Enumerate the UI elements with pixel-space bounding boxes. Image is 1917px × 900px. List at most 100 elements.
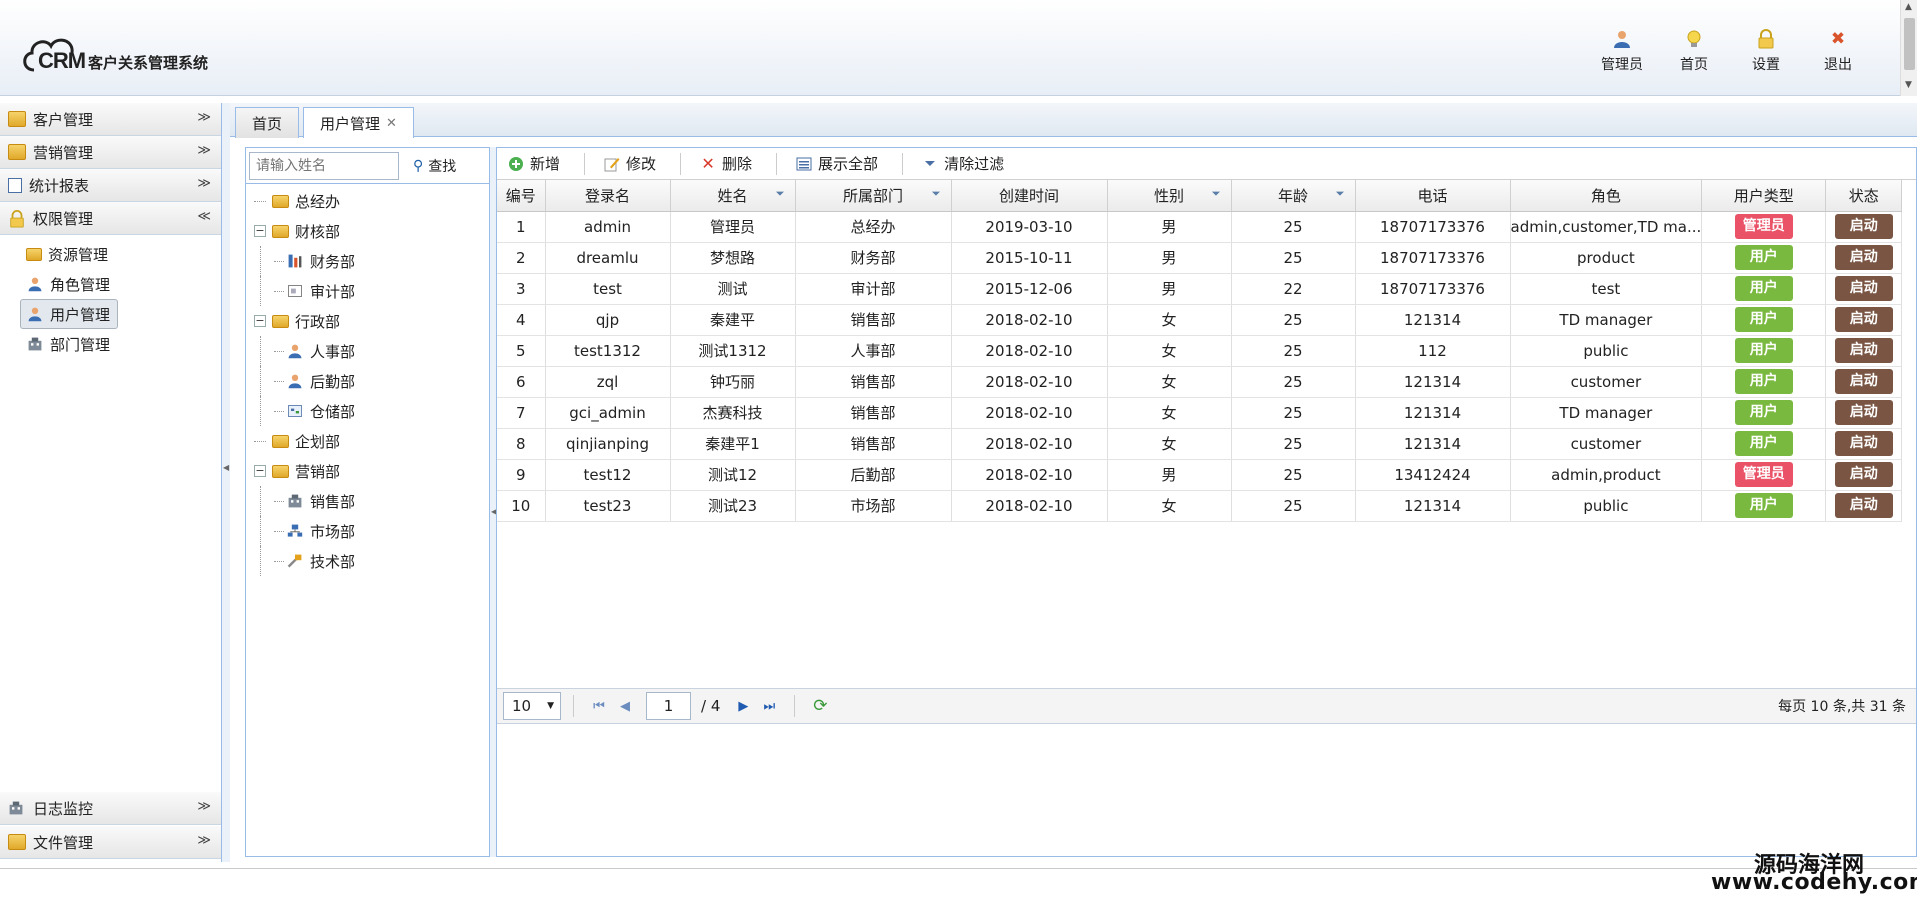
collapse-toggle-icon[interactable]: −: [254, 315, 266, 327]
column-header-label: 状态: [1848, 186, 1879, 205]
user-type-badge: 用户: [1734, 369, 1793, 394]
last-page-icon[interactable]: ⏭: [756, 699, 782, 714]
show-all-button[interactable]: 展示全部: [795, 153, 890, 174]
column-header[interactable]: 状态: [1825, 180, 1903, 212]
tree-node[interactable]: − 财核部: [246, 216, 489, 246]
building-icon: [8, 800, 26, 816]
sidebar-item-roles[interactable]: 角色管理: [0, 269, 221, 299]
clear-filter-button[interactable]: ⏷ 清除过滤: [921, 153, 1016, 174]
name-search-input[interactable]: [249, 151, 399, 180]
status-toggle-button[interactable]: 启动: [1834, 369, 1893, 394]
sidebar-section-marketing[interactable]: 营销管理 ≫: [0, 136, 221, 169]
column-header[interactable]: 电话: [1355, 180, 1511, 212]
tree-node[interactable]: 后勤部: [246, 366, 489, 396]
search-button[interactable]: ⚲ 查找: [413, 156, 456, 176]
table-row[interactable]: 5 test1312 测试1312 人事部 2018-02-10 女 25 112 public…: [497, 335, 1903, 367]
filter-icon[interactable]: ⏷: [1212, 187, 1221, 201]
table-cell: 测试: [670, 273, 796, 305]
scroll-down-icon[interactable]: ▼: [1905, 80, 1912, 90]
filter-icon[interactable]: ⏷: [932, 187, 941, 201]
window-scrollbar[interactable]: ▲ ▼: [1900, 0, 1917, 96]
status-toggle-button[interactable]: 启动: [1834, 245, 1893, 270]
tree-node[interactable]: − 行政部: [246, 306, 489, 336]
table-cell: 2018-02-10: [951, 490, 1108, 522]
tree-node[interactable]: 人事部: [246, 336, 489, 366]
collapse-toggle-icon[interactable]: −: [254, 225, 266, 237]
sidebar-item-resources[interactable]: 资源管理: [0, 239, 221, 269]
tab-user-management[interactable]: 用户管理 ✕: [303, 107, 414, 138]
status-toggle-button[interactable]: 启动: [1834, 493, 1893, 518]
page-number-input[interactable]: 1: [646, 692, 691, 720]
column-header[interactable]: 姓名 ⏷: [670, 180, 796, 212]
tree-node[interactable]: 仓储部: [246, 396, 489, 426]
edit-button[interactable]: 修改: [603, 153, 668, 174]
next-page-icon[interactable]: ▶: [730, 699, 756, 714]
tree-node[interactable]: 销售部: [246, 486, 489, 516]
settings-button[interactable]: 设置: [1744, 28, 1788, 74]
table-row[interactable]: 9 test12 测试12 后勤部 2018-02-10 男 25 13412424 admin…: [497, 459, 1903, 491]
sidebar-section-permissions[interactable]: 权限管理 ≪: [0, 202, 221, 235]
sidebar-item-departments[interactable]: 部门管理: [0, 329, 221, 359]
lightbulb-icon: [1683, 28, 1705, 50]
table-cell: 女: [1107, 366, 1232, 398]
column-header[interactable]: 所属部门 ⏷: [795, 180, 952, 212]
tree-node[interactable]: 总经办: [246, 186, 489, 216]
status-toggle-button[interactable]: 启动: [1834, 462, 1893, 487]
table-cell: 启动: [1825, 459, 1903, 491]
add-button[interactable]: 新增: [507, 153, 572, 174]
first-page-icon[interactable]: ⏮: [586, 699, 612, 714]
admin-button[interactable]: 管理员: [1600, 28, 1644, 74]
sidebar-section-reports[interactable]: 统计报表 ≫: [0, 169, 221, 202]
delete-button[interactable]: ✕ 删除: [699, 153, 764, 174]
status-toggle-button[interactable]: 启动: [1834, 400, 1893, 425]
tab-home[interactable]: 首页: [235, 107, 300, 138]
table-row[interactable]: 4 qjp 秦建平 销售部 2018-02-10 女 25 121314 TD manager 用…: [497, 304, 1903, 336]
sidebar-section-customer[interactable]: 客户管理 ≫: [0, 103, 221, 136]
home-button[interactable]: 首页: [1672, 28, 1716, 74]
status-toggle-button[interactable]: 启动: [1834, 276, 1893, 301]
tree-node[interactable]: 企划部: [246, 426, 489, 456]
prev-page-icon[interactable]: ◀: [612, 699, 638, 714]
status-toggle-button[interactable]: 启动: [1834, 338, 1893, 363]
tree-node[interactable]: 财务部: [246, 246, 489, 276]
table-row[interactable]: 1 admin 管理员 总经办 2019-03-10 男 25 18707173376 admi…: [497, 211, 1903, 243]
column-header[interactable]: 登录名: [545, 180, 671, 212]
scroll-up-icon[interactable]: ▲: [1905, 2, 1912, 12]
column-header[interactable]: 用户类型: [1701, 180, 1827, 212]
tree-node-label: 企划部: [295, 432, 341, 451]
table-cell: 2018-02-10: [951, 366, 1108, 398]
column-header[interactable]: 创建时间: [951, 180, 1108, 212]
table-row[interactable]: 8 qinjianping 秦建平1 销售部 2018-02-10 女 25 121314 cu…: [497, 428, 1903, 460]
tree-node[interactable]: 审计部: [246, 276, 489, 306]
tree-node[interactable]: − 营销部: [246, 456, 489, 486]
logout-button[interactable]: ✖ 退出: [1816, 28, 1860, 74]
table-row[interactable]: 2 dreamlu 梦想路 财务部 2015-10-11 男 25 18707173376 pr…: [497, 242, 1903, 274]
tree-connector: [260, 246, 261, 276]
filter-icon[interactable]: ⏷: [1336, 187, 1345, 201]
status-toggle-button[interactable]: 启动: [1834, 431, 1893, 456]
table-row[interactable]: 6 zql 钟巧丽 销售部 2018-02-10 女 25 121314 customer 用户 启…: [497, 366, 1903, 398]
chevron-down-icon: ≫: [197, 833, 211, 848]
sidebar-item-users[interactable]: 用户管理: [20, 299, 118, 329]
column-header[interactable]: 性别 ⏷: [1107, 180, 1232, 212]
sidebar-splitter[interactable]: ◀: [222, 103, 230, 862]
collapse-left-icon[interactable]: ◀: [223, 463, 229, 472]
refresh-icon[interactable]: ⟳: [807, 696, 833, 716]
table-row[interactable]: 10 test23 测试23 市场部 2018-02-10 女 25 121314 public…: [497, 490, 1903, 522]
column-header[interactable]: 编号: [497, 180, 546, 212]
close-icon[interactable]: ✕: [386, 116, 397, 131]
sidebar-section-files[interactable]: 文件管理 ≫: [0, 826, 221, 859]
status-toggle-button[interactable]: 启动: [1834, 214, 1893, 239]
collapse-toggle-icon[interactable]: −: [254, 465, 266, 477]
scrollbar-thumb[interactable]: [1904, 18, 1915, 70]
table-row[interactable]: 7 gci_admin 杰赛科技 销售部 2018-02-10 女 25 121314 TD m…: [497, 397, 1903, 429]
table-row[interactable]: 3 test 测试 审计部 2015-12-06 男 22 18707173376 test 用户…: [497, 273, 1903, 305]
status-toggle-button[interactable]: 启动: [1834, 307, 1893, 332]
column-header[interactable]: 角色: [1510, 180, 1703, 212]
tree-node[interactable]: 市场部: [246, 516, 489, 546]
page-size-select[interactable]: 10 ▼: [503, 692, 561, 720]
tree-node[interactable]: 技术部: [246, 546, 489, 576]
column-header[interactable]: 年龄 ⏷: [1231, 180, 1356, 212]
filter-icon[interactable]: ⏷: [776, 187, 785, 201]
sidebar-section-logs[interactable]: 日志监控 ≫: [0, 792, 221, 825]
